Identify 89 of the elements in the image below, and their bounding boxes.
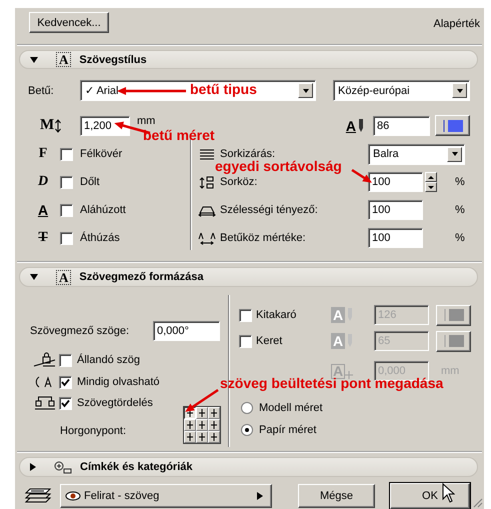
setting-label: Sorköz: [220,176,258,188]
unit-label: % [455,204,465,216]
spinner-buttons[interactable] [425,172,437,192]
unit-label: % [455,176,465,188]
angle-field[interactable]: 0,000° [153,321,220,342]
cursor-icon [442,483,455,503]
eye-icon [65,491,81,501]
radio-button[interactable] [241,402,253,414]
text-wrap-icon [33,395,57,412]
crosshair-icon [186,421,194,430]
expand-icon[interactable] [30,463,36,472]
anchor-label: Horgonypont: [60,425,126,438]
unit-label: % [455,232,465,244]
section-header[interactable]: Címkék és kategóriák [19,457,478,477]
crosshair-icon [198,421,206,430]
option-label: Papír méret [259,424,316,436]
section-header[interactable]: A Szövegmező formázása [19,267,478,288]
style-label: Félkövér [80,148,122,160]
setting-label: Szélességi tényező: [220,204,319,216]
option-label: Állandó szög [77,354,140,366]
favorites-button[interactable]: Kedvencek... [29,12,109,33]
section-header[interactable]: A Szövegstílus [19,50,478,70]
crosshair-icon [198,409,206,418]
pen-field[interactable]: 86 [373,116,430,136]
style-icon: D [30,174,56,190]
option-label: Mindig olvasható [77,376,160,388]
style-icon: T [30,230,56,246]
crosshair-icon [210,421,218,430]
section-title: Címkék és kategóriák [80,461,193,474]
checkbox[interactable] [60,204,73,217]
pen-color-button[interactable] [436,304,471,326]
align-icon [198,146,216,162]
color-swatch-icon [442,334,464,348]
option-label: Keret [256,335,284,348]
font-size-field[interactable]: 1,200 [80,116,130,136]
color-swatch-icon [442,308,464,322]
style-icon: A [30,202,56,218]
color-swatch-icon [442,118,464,133]
annotation-arrow [351,168,372,183]
expand-icon[interactable] [30,274,38,280]
font-label: Betű: [28,84,55,97]
default-label: Alapérték [434,18,480,30]
resize-grip-icon[interactable] [471,496,483,508]
text-block-icon: A [56,270,72,285]
annotation-arrow [117,87,186,95]
pen-color-button[interactable] [435,115,470,136]
checkbox[interactable] [59,354,72,367]
angle-label: Szövegmező szöge: [30,325,130,338]
ok-button[interactable]: OK [390,483,470,509]
setting-label: Betűköz mértéke: [220,232,307,244]
crosshair-icon [186,433,194,442]
style-icon: F [30,146,56,162]
value-field[interactable]: 100 [368,200,423,220]
expand-icon[interactable] [30,56,38,63]
alignment-dropdown[interactable]: Balra [368,144,465,165]
style-label: Dőlt [80,176,100,188]
line-spacing-field[interactable]: 100 [368,172,423,192]
radio-button[interactable] [241,424,253,436]
crosshair-icon [186,409,194,418]
checkbox[interactable] [59,396,72,410]
letter-spacing-icon [198,230,216,246]
line-spacing-icon [198,174,216,190]
crosshair-icon [198,433,206,442]
checkbox[interactable] [59,376,72,389]
section-title: Szövegstílus [79,54,147,66]
style-label: Áthúzás [80,232,120,244]
annotation-arrow [185,388,219,412]
checkbox[interactable] [60,232,73,245]
section-title: Szövegmező formázása [79,271,204,284]
style-label: Aláhúzott [80,204,126,216]
checkbox[interactable] [60,148,73,161]
option-label: Modell méret [259,402,323,414]
pen-color-button[interactable] [436,330,471,352]
annotation-text: egyedi sortávolság [215,158,342,174]
annotation-text: betű tipus [190,81,257,97]
layer-dropdown[interactable]: Felirat - szöveg [60,484,272,508]
setting-label: Sorkizárás: [220,148,276,160]
charset-dropdown[interactable]: Közép-európai [333,80,470,102]
option-label: Kitakaró [256,309,298,322]
option-label: Szövegtördelés [77,397,153,410]
value-field[interactable]: 100 [368,228,423,248]
tag-icon [54,460,72,474]
cancel-button[interactable]: Mégse [298,484,375,508]
lock-angle-icon [33,352,57,368]
text-style-icon: A [56,52,72,68]
crosshair-icon [210,409,218,418]
unit-label: mm [137,115,156,128]
checkbox[interactable] [60,176,73,189]
crosshair-icon [210,433,218,442]
